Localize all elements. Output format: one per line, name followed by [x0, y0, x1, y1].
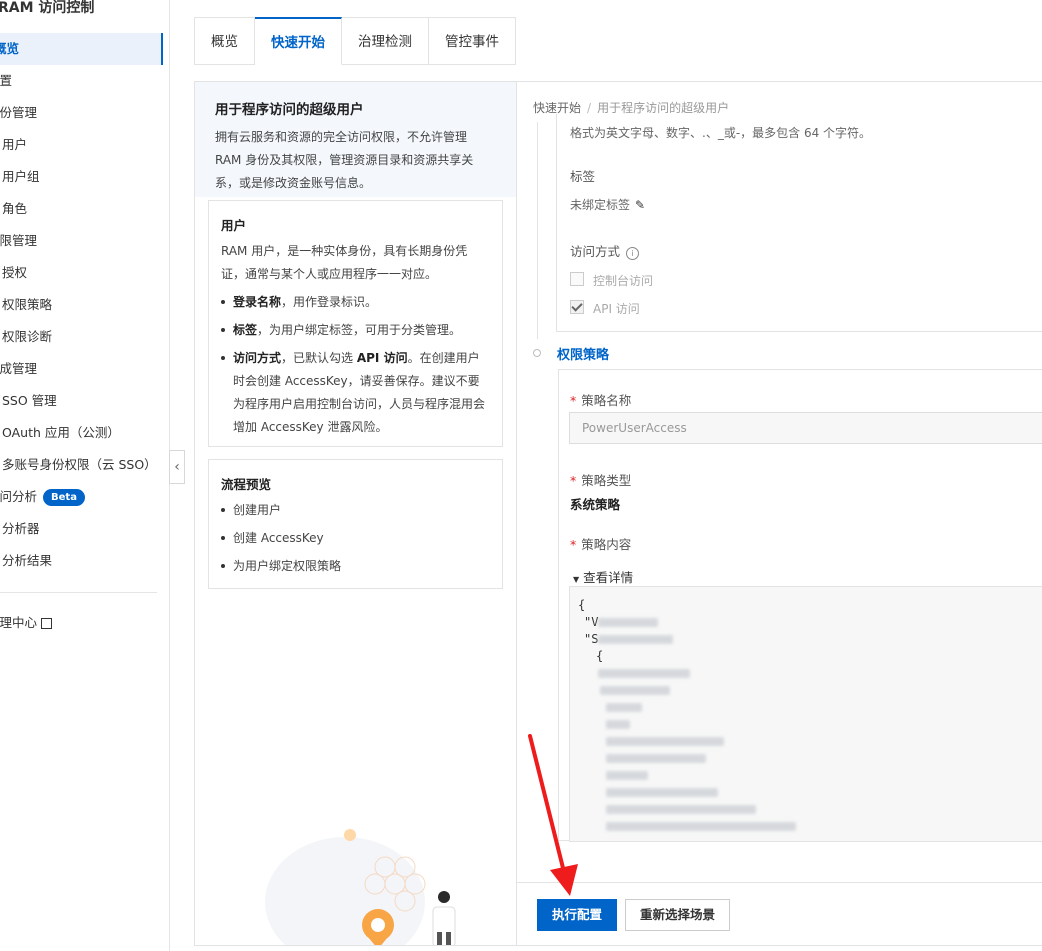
- api-access-label: API 访问: [593, 302, 640, 316]
- access-method-label: 访问方式 i: [570, 241, 640, 260]
- edit-icon[interactable]: ✎: [635, 198, 645, 212]
- console-access-checkbox[interactable]: [570, 272, 584, 286]
- arrow-annotation-icon: [528, 734, 578, 896]
- sidebar-title: RAM 访问控制: [0, 0, 95, 16]
- flow-steps: 创建用户 创建 AccessKey 为用户绑定权限策略: [221, 499, 490, 578]
- list-item: 访问方式，已默认勾选 API 访问。在创建用户时会创建 AccessKey，请妥…: [221, 347, 490, 439]
- sidebar-item-grants[interactable]: 授权: [2, 257, 171, 289]
- scenario-description: 拥有云服务和资源的完全访问权限，不允许管理 RAM 身份及其权限，管理资源目录和…: [215, 130, 474, 190]
- sidebar-item-settings[interactable]: 设置: [0, 65, 156, 97]
- sidebar-item-oauth[interactable]: OAuth 应用（公测）: [2, 417, 171, 449]
- sidebar-item-analyzer[interactable]: 分析器: [2, 513, 171, 545]
- tag-value[interactable]: 未绑定标签 ✎: [570, 196, 645, 213]
- sidebar-item-groups[interactable]: 用户组: [2, 161, 171, 193]
- user-card-list: 登录名称，用作登录标识。 标签，为用户绑定标签，可用于分类管理。 访问方式，已默…: [221, 291, 490, 439]
- breadcrumb-current: 用于程序访问的超级用户: [597, 101, 730, 115]
- sidebar-item-identity[interactable]: 身份管理: [0, 97, 156, 129]
- sidebar-item-sso[interactable]: SSO 管理: [2, 385, 171, 417]
- breadcrumb-root[interactable]: 快速开始: [533, 101, 581, 115]
- sidebar-item-roles[interactable]: 角色: [2, 193, 171, 225]
- scenario-intro: 用于程序访问的超级用户 拥有云服务和资源的完全访问权限，不允许管理 RAM 身份…: [195, 82, 516, 197]
- user-card-desc: RAM 用户，是一种实体身份，具有长期身份凭证，通常与某个人或应用程序一一对应。: [221, 244, 468, 281]
- beta-badge: Beta: [43, 489, 85, 506]
- api-access-checkbox[interactable]: [570, 300, 584, 314]
- sidebar: RAM 访问控制 概览 设置 身份管理 用户 用户组 角色 权限管理 授权 权限…: [0, 0, 170, 951]
- main-panel: 用于程序访问的超级用户 拥有云服务和资源的完全访问权限，不允许管理 RAM 身份…: [194, 81, 1042, 946]
- name-format-hint: 格式为英文字母、数字、.、_或-，最多包含 64 个字符。: [570, 126, 872, 140]
- flow-preview-card: 流程预览 创建用户 创建 AccessKey 为用户绑定权限策略: [208, 459, 503, 589]
- sidebar-item-access-analysis[interactable]: 访问分析Beta: [0, 481, 156, 513]
- tab-bar: 概览 快速开始 治理检测 管控事件: [194, 17, 516, 65]
- user-info-card: 用户 RAM 用户，是一种实体身份，具有长期身份凭证，通常与某个人或应用程序一一…: [208, 200, 503, 447]
- policy-name-label: * 策略名称: [570, 393, 632, 408]
- sidebar-item-permissions[interactable]: 权限管理: [0, 225, 156, 257]
- flow-card-title: 流程预览: [221, 477, 272, 492]
- policy-type-label: * 策略类型: [570, 473, 632, 488]
- footer-divider: [517, 882, 1042, 883]
- list-item: 为用户绑定权限策略: [221, 555, 490, 578]
- sidebar-item-analysis-results[interactable]: 分析结果: [2, 545, 171, 577]
- list-item: 登录名称，用作登录标识。: [221, 291, 490, 314]
- external-link-icon: [41, 618, 53, 629]
- user-config-box: 格式为英文字母、数字、.、_或-，最多包含 64 个字符。 标签 未绑定标签 ✎ …: [556, 114, 1042, 332]
- view-details-toggle[interactable]: ▼ 查看详情: [573, 567, 633, 586]
- sidebar-link-governance[interactable]: 治理中心: [0, 607, 156, 639]
- list-item: 标签，为用户绑定标签，可用于分类管理。: [221, 319, 490, 342]
- sidebar-item-users[interactable]: 用户: [2, 129, 171, 161]
- chevron-left-icon: ‹: [174, 459, 180, 475]
- policy-content-label: * 策略内容: [570, 537, 632, 552]
- scenario-info-panel: 用于程序访问的超级用户 拥有云服务和资源的完全访问权限，不允许管理 RAM 身份…: [195, 82, 517, 945]
- sidebar-item-overview[interactable]: 概览: [0, 33, 163, 65]
- scenario-title: 用于程序访问的超级用户: [215, 102, 364, 118]
- policy-code-block: { "V "S {: [569, 586, 1042, 842]
- caret-down-icon: ▼: [573, 575, 580, 584]
- sidebar-collapse-button[interactable]: ‹: [169, 450, 185, 484]
- tag-label: 标签: [570, 169, 596, 184]
- list-item: 创建 AccessKey: [221, 527, 490, 550]
- config-panel: 快速开始 / 用于程序访问的超级用户 格式为英文字母、数字、.、_或-，最多包含 6…: [517, 82, 1042, 945]
- tab-control-events[interactable]: 管控事件: [429, 17, 516, 65]
- policy-name-input[interactable]: PowerUserAccess: [569, 412, 1042, 444]
- console-access-label: 控制台访问: [593, 274, 654, 288]
- user-card-title: 用户: [221, 218, 247, 233]
- tab-overview[interactable]: 概览: [194, 17, 255, 65]
- illustration-image: [265, 829, 456, 945]
- step-indicator: [533, 349, 541, 357]
- sidebar-item-policies[interactable]: 权限策略: [2, 289, 171, 321]
- sidebar-item-cloud-sso[interactable]: 多账号身份权限（云 SSO）: [2, 449, 171, 481]
- list-item: 创建用户: [221, 499, 490, 522]
- policy-step-title: 权限策略: [557, 348, 610, 363]
- policy-type-value: 系统策略: [570, 497, 621, 512]
- info-icon[interactable]: i: [626, 247, 640, 260]
- sidebar-item-integration[interactable]: 集成管理: [0, 353, 156, 385]
- tab-governance-check[interactable]: 治理检测: [342, 17, 429, 65]
- execute-config-button[interactable]: 执行配置: [537, 899, 617, 931]
- tab-quick-start[interactable]: 快速开始: [255, 17, 342, 65]
- reselect-scenario-button[interactable]: 重新选择场景: [625, 899, 730, 931]
- sidebar-item-diagnosis[interactable]: 权限诊断: [2, 321, 171, 353]
- sidebar-divider: [0, 592, 157, 593]
- step-connector: [537, 122, 538, 339]
